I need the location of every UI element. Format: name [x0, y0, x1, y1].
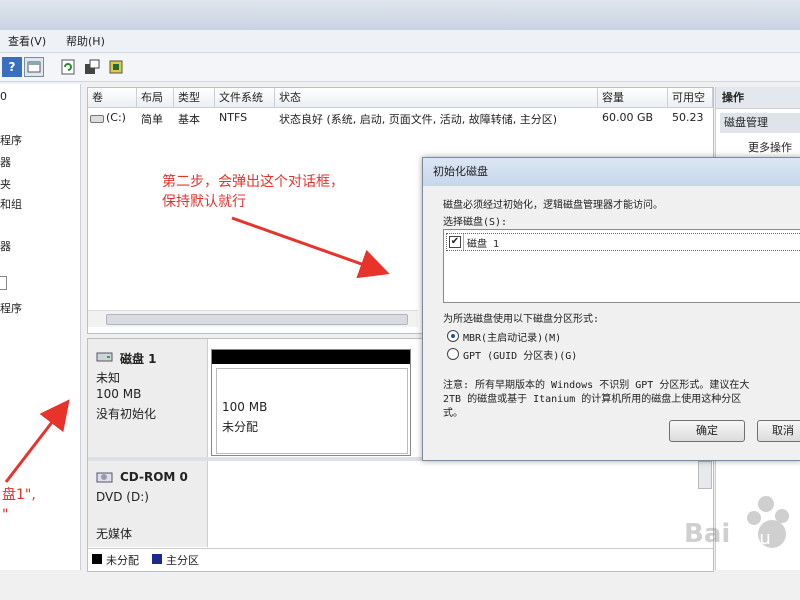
arrow-to-disk: [4, 399, 70, 483]
watermark-logo: Bai du: [684, 496, 789, 549]
annotation-arrows: [4, 216, 390, 483]
arrow-to-dialog: [231, 216, 390, 279]
svg-text:du: du: [748, 528, 771, 549]
svg-text:Bai: Bai: [684, 519, 730, 549]
